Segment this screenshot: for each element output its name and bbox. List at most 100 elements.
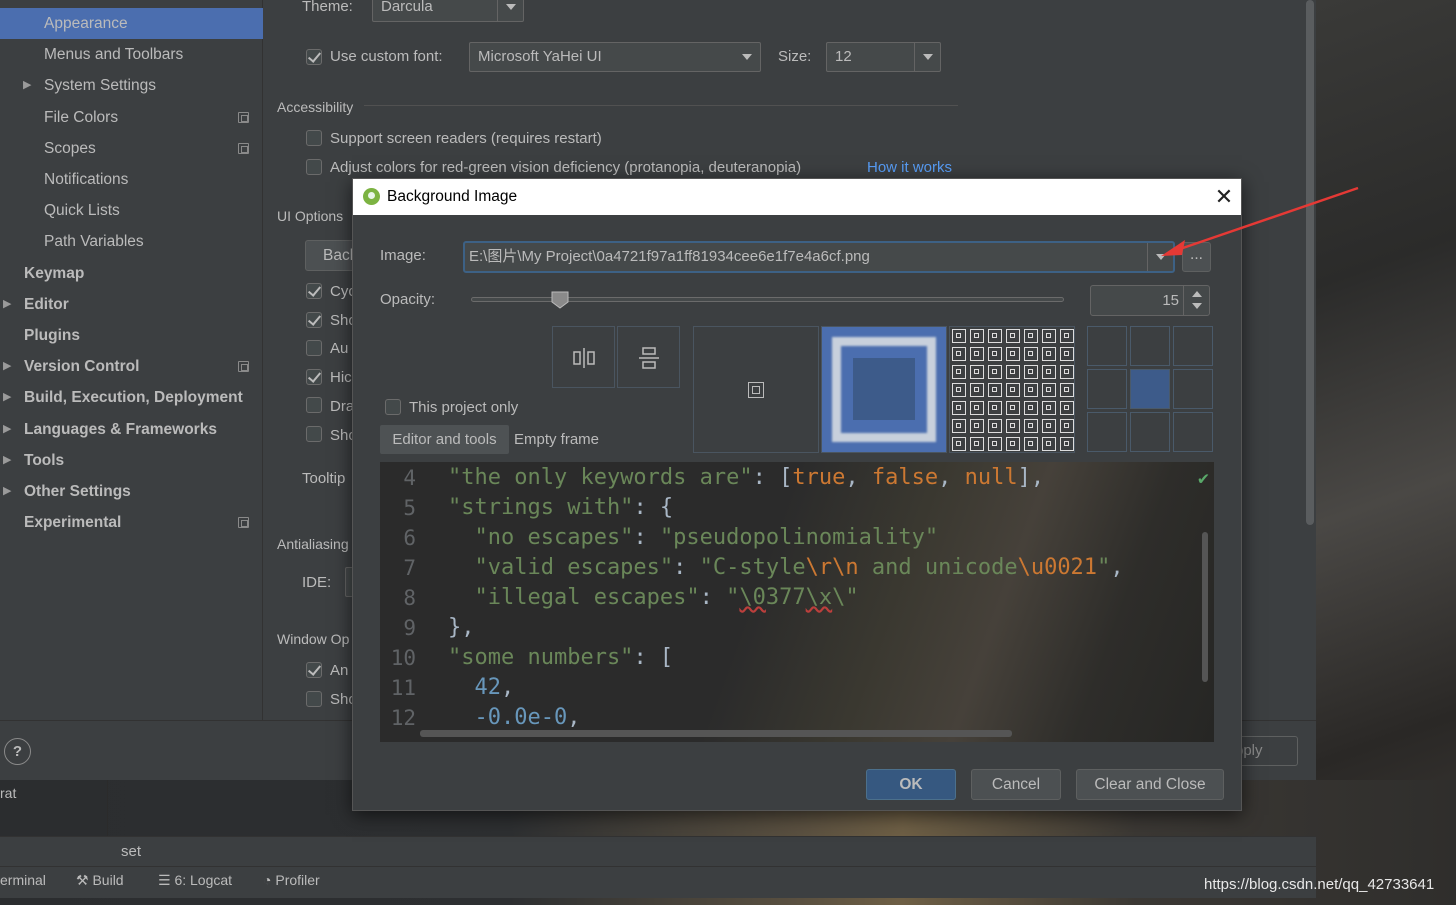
sidebar-item-build-execution-deployment[interactable]: ▶ Build, Execution, Deployment [0,382,263,413]
ui-option-checkbox[interactable] [306,312,322,328]
tile-pattern-square [1060,365,1074,379]
line-number: 12 [390,706,416,730]
terminal-tab[interactable]: erminal [0,872,46,888]
sidebar-item-path-variables[interactable]: Path Variables [0,226,263,257]
anchor-cell[interactable] [1173,326,1213,366]
sidebar-item-other-settings[interactable]: ▶ Other Settings [0,476,263,507]
chevron-right-icon[interactable]: ▶ [3,351,11,382]
this-project-only-checkbox[interactable] [385,399,401,415]
tile-pattern-square [1042,437,1056,451]
sidebar-item-label: Build, Execution, Deployment [24,389,243,407]
anchor-cell[interactable] [1087,412,1127,452]
sidebar-item-version-control[interactable]: ▶ Version Control [0,351,263,382]
adjust-colors-checkbox[interactable] [306,159,322,175]
use-custom-font-checkbox[interactable] [306,49,322,65]
editor-horizontal-scrollbar[interactable] [420,730,1012,737]
fill-tile-tile[interactable] [949,326,1075,453]
flip-vertical-button[interactable] [617,326,680,388]
sidebar-item-label: Plugins [24,327,80,344]
tile-pattern-square [1024,437,1038,451]
sidebar-item-quick-lists[interactable]: Quick Lists [0,195,263,226]
line-number: 11 [390,676,416,700]
tile-pattern-square [970,437,984,451]
sidebar-item-experimental[interactable]: Experimental [0,507,263,538]
window-option-checkbox[interactable] [306,662,322,678]
anchor-cell[interactable] [1130,412,1170,452]
logcat-tab[interactable]: ☰ 6: Logcat [158,872,232,889]
screen-readers-checkbox[interactable] [306,130,322,146]
sidebar-item-plugins[interactable]: Plugins [0,320,263,351]
ok-button[interactable]: OK [866,769,956,800]
build-tab[interactable]: ⚒ Build [76,872,124,889]
tile-pattern-square [1024,365,1038,379]
line-number: 6 [403,526,416,550]
sidebar-item-editor[interactable]: ▶ Editor [0,289,263,320]
ui-option-checkbox[interactable] [306,340,322,356]
sidebar-item-scopes[interactable]: Scopes [0,133,263,164]
how-it-works-link[interactable]: How it works [867,159,952,176]
editor-vertical-scrollbar[interactable] [1202,532,1208,682]
image-path-input[interactable]: E:\图片\My Project\0a4721f97a1ff81934cee6e… [463,241,1175,273]
anchor-cell[interactable] [1173,369,1213,409]
accessibility-header: Accessibility [277,99,354,115]
chevron-right-icon[interactable]: ▶ [3,476,11,507]
font-size-select[interactable]: 12 [826,42,941,72]
fill-stretch-tile[interactable] [821,326,947,453]
font-select[interactable]: Microsoft YaHei UI [469,42,761,72]
stretch-inner [852,357,916,421]
anchor-cell[interactable] [1173,412,1213,452]
window-options-header: Window Op [277,631,350,647]
window-option-checkbox[interactable] [306,691,322,707]
ui-option-checkbox[interactable] [306,397,322,413]
tile-pattern-square [1024,419,1038,433]
fill-center-tile[interactable] [693,326,819,453]
sidebar-item-notifications[interactable]: Notifications [0,164,263,195]
tile-pattern-square [1060,347,1074,361]
tile-pattern-square [1024,401,1038,415]
cancel-button[interactable]: Cancel [971,769,1061,800]
help-button[interactable]: ? [4,738,31,765]
tab-editor-and-tools[interactable]: Editor and tools [380,425,509,454]
tile-pattern-square [1042,365,1056,379]
chevron-down-icon [497,0,523,21]
ui-option-checkbox[interactable] [306,283,322,299]
anchor-cell[interactable] [1130,326,1170,366]
theme-select[interactable]: Darcula [372,0,524,22]
annotation-arrow-icon [1161,186,1359,256]
anchor-cell[interactable] [1087,369,1127,409]
sidebar-item-appearance[interactable]: Appearance [0,8,263,39]
flip-horizontal-button[interactable] [552,326,615,388]
ui-option-checkbox[interactable] [306,426,322,442]
sidebar-item-languages-frameworks[interactable]: ▶ Languages & Frameworks [0,414,263,445]
chevron-right-icon[interactable]: ▶ [3,445,11,476]
tab-empty-frame[interactable]: Empty frame [514,431,599,448]
hammer-icon: ⚒ [76,872,93,888]
chevron-right-icon[interactable]: ▶ [3,289,11,320]
sidebar-item-label: Version Control [24,358,140,376]
opacity-slider-thumb[interactable] [551,291,569,309]
ui-option-checkbox[interactable] [306,369,322,385]
sidebar-item-tools[interactable]: ▶ Tools [0,445,263,476]
spinner-arrows-icon[interactable] [1183,286,1209,315]
chevron-right-icon[interactable]: ▶ [3,382,11,413]
sidebar-item-menus-and-toolbars[interactable]: Menus and Toolbars [0,39,263,70]
anchor-cell[interactable] [1130,369,1170,409]
tile-pattern-square [970,383,984,397]
sidebar-item-label: System Settings [44,77,156,95]
sidebar-item-system-settings[interactable]: ▶ System Settings [0,70,263,101]
sidebar-item-file-colors[interactable]: File Colors [0,102,263,133]
anchor-cell[interactable] [1087,326,1127,366]
tile-pattern-square [1060,329,1074,343]
profiler-tab[interactable]: ◔ Profiler [263,872,320,888]
sidebar-item-keymap[interactable]: Keymap [0,258,263,289]
sidebar-item-label: Menus and Toolbars [44,46,184,64]
code-line: "no escapes": "pseudopolinomiality" [448,525,939,550]
opacity-spinner[interactable]: 15 [1090,285,1210,316]
chevron-right-icon[interactable]: ▶ [23,70,31,101]
clear-and-close-button[interactable]: Clear and Close [1076,769,1224,800]
tile-pattern-square [1042,419,1056,433]
gauge-icon: ◔ [263,872,276,888]
ui-option-label: Hic [330,369,352,386]
sidebar-item-label: Tools [24,451,65,469]
chevron-right-icon[interactable]: ▶ [3,414,11,445]
